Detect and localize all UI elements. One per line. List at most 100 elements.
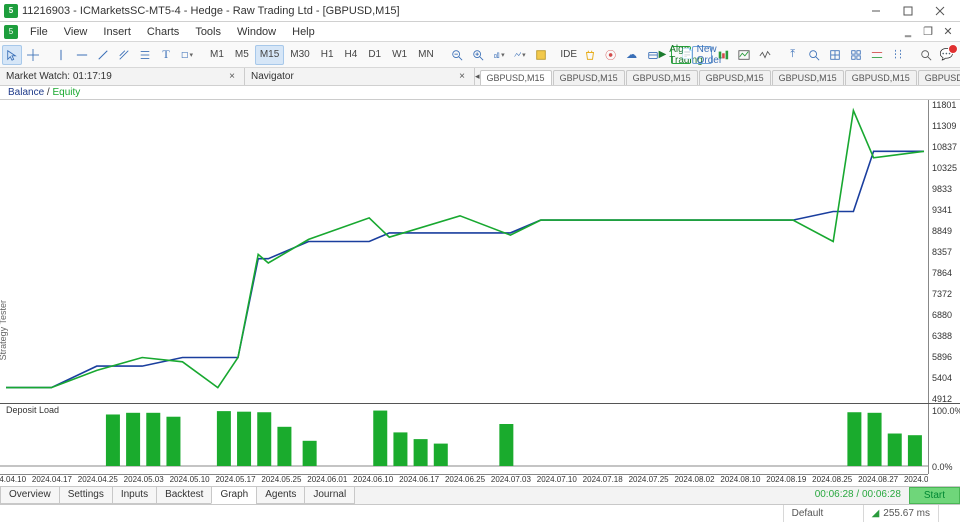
maximize-button[interactable] (892, 1, 924, 21)
tester-tab-graph[interactable]: Graph (211, 487, 257, 504)
chart-tab[interactable]: GBPUSD,M15 (480, 70, 552, 85)
trendline-tool-button[interactable] (93, 45, 113, 65)
xaxis-label: 2024.06.01 (307, 475, 347, 484)
timeframe-h4[interactable]: H4 (340, 45, 363, 65)
chart-yaxis: 1180111309108371032598339341884983577864… (928, 100, 960, 403)
timeframe-m1[interactable]: M1 (205, 45, 229, 65)
xaxis-label: 2024.08.25 (812, 475, 852, 484)
hline-tool-button[interactable] (72, 45, 92, 65)
tabs-prev-button[interactable]: ◂ (475, 71, 480, 82)
quotes-button[interactable] (755, 45, 775, 65)
market-watch-header[interactable]: Market Watch: 01:17:19 × (0, 68, 245, 85)
chart-window-button[interactable] (734, 45, 754, 65)
chart-tab[interactable]: GBPUSD,M15 (845, 70, 917, 85)
fibo-tool-button[interactable] (135, 45, 155, 65)
shift-button[interactable]: ⤒ (783, 45, 803, 65)
chart-tab[interactable]: GBPUSD,M15 (699, 70, 771, 85)
zoom-out-button[interactable] (447, 45, 467, 65)
menu-tools[interactable]: Tools (187, 24, 229, 40)
xaxis-label: 2024.06.25 (445, 475, 485, 484)
grid-button[interactable] (825, 45, 845, 65)
vps-button[interactable]: ☁ (622, 45, 642, 65)
window-title: 11216903 - ICMarketsSC-MT5-4 - Hedge - R… (22, 5, 400, 17)
menu-insert[interactable]: Insert (95, 24, 139, 40)
close-button[interactable] (924, 1, 956, 21)
chart-tab[interactable]: GBPUSD,M15 (626, 70, 698, 85)
depth-button[interactable] (713, 45, 733, 65)
signals-button[interactable]: ⦿ (601, 45, 621, 65)
deposit-load-bar (434, 444, 448, 466)
tester-tab-backtest[interactable]: Backtest (156, 487, 212, 504)
timeframe-m15[interactable]: M15 (255, 45, 284, 65)
menu-charts[interactable]: Charts (139, 24, 187, 40)
menu-window[interactable]: Window (229, 24, 284, 40)
yaxis-label: 4912 (932, 394, 952, 404)
cursor-tool-button[interactable] (2, 45, 22, 65)
mdi-minimize-button[interactable]: ‗ (898, 24, 918, 40)
deposit-load-bar (303, 441, 317, 466)
deposit-load-chart[interactable]: Deposit Load 100.0% 0.0% (0, 404, 960, 474)
equity-chart[interactable]: 1180111309108371032598339341884983577864… (0, 100, 960, 404)
tester-tab-agents[interactable]: Agents (256, 487, 305, 504)
menu-view[interactable]: View (56, 24, 96, 40)
period-sep-button[interactable] (888, 45, 908, 65)
zoom-in-button[interactable] (468, 45, 488, 65)
menu-file[interactable]: File (22, 24, 56, 40)
trade-levels-button[interactable] (867, 45, 887, 65)
chart-tab[interactable]: GBPUSD,M15 (918, 70, 960, 85)
deposit-load-bar (277, 427, 291, 466)
equidistant-tool-button[interactable] (114, 45, 134, 65)
yaxis-label: 10325 (932, 163, 957, 173)
mdi-restore-button[interactable]: ❐ (918, 24, 938, 40)
deposit-load-bar (393, 432, 407, 466)
tile-button[interactable] (846, 45, 866, 65)
status-profile[interactable]: Default (783, 505, 863, 522)
chart-tab[interactable]: GBPUSD,M15 (772, 70, 844, 85)
tester-elapsed-time: 00:06:28 / 00:06:28 (807, 487, 909, 504)
search-button[interactable] (916, 45, 936, 65)
xaxis-label: 2024.06.17 (399, 475, 439, 484)
timeframe-m5[interactable]: M5 (230, 45, 254, 65)
timeframe-m30[interactable]: M30 (285, 45, 314, 65)
yaxis-label: 5404 (932, 373, 952, 383)
tester-tab-overview[interactable]: Overview (0, 487, 60, 504)
indicators-button[interactable]: ▾ (510, 45, 530, 65)
yaxis-label: 7864 (932, 268, 952, 278)
mdi-close-button[interactable]: ✕ (938, 24, 958, 40)
ide-button[interactable]: IDE (559, 45, 579, 65)
xaxis-label: 2024.07.03 (491, 475, 531, 484)
chart-xaxis: 2024.04.102024.04.172024.04.252024.05.03… (0, 474, 928, 486)
timeframe-h1[interactable]: H1 (316, 45, 339, 65)
new-order-button[interactable]: 📄 New Order (692, 46, 712, 64)
notifications-button[interactable]: 💬 (937, 45, 957, 65)
xaxis-label: 2024.08.02 (674, 475, 714, 484)
tester-tab-journal[interactable]: Journal (304, 487, 355, 504)
navigator-header[interactable]: Navigator × (245, 68, 475, 85)
vline-tool-button[interactable] (51, 45, 71, 65)
strategy-tester-label: Strategy Tester (0, 300, 8, 360)
timeframe-mn[interactable]: MN (413, 45, 439, 65)
chart-type-button[interactable]: ▾ (489, 45, 509, 65)
deposit-load-bar (499, 424, 513, 466)
autoscroll-button[interactable] (804, 45, 824, 65)
timeframe-d1[interactable]: D1 (363, 45, 386, 65)
menu-help[interactable]: Help (284, 24, 323, 40)
objects-tool-button[interactable]: ▾ (177, 45, 197, 65)
subchart-yaxis: 100.0% 0.0% (928, 404, 960, 474)
xaxis-label: 2024.05.17 (215, 475, 255, 484)
tester-tab-inputs[interactable]: Inputs (112, 487, 157, 504)
tester-tab-settings[interactable]: Settings (59, 487, 113, 504)
status-ping[interactable]: ◢255.67 ms (863, 505, 938, 522)
chart-tab[interactable]: GBPUSD,M15 (553, 70, 625, 85)
templates-button[interactable] (531, 45, 551, 65)
deposit-load-bar (373, 411, 387, 466)
text-tool-button[interactable]: T (156, 45, 176, 65)
navigator-close-icon[interactable]: × (456, 71, 468, 82)
xaxis-label: 2024.08.19 (766, 475, 806, 484)
minimize-button[interactable] (860, 1, 892, 21)
crosshair-tool-button[interactable] (23, 45, 43, 65)
market-button[interactable] (580, 45, 600, 65)
timeframe-w1[interactable]: W1 (387, 45, 412, 65)
tester-start-button[interactable]: Start (909, 487, 960, 504)
market-watch-close-icon[interactable]: × (226, 71, 238, 82)
